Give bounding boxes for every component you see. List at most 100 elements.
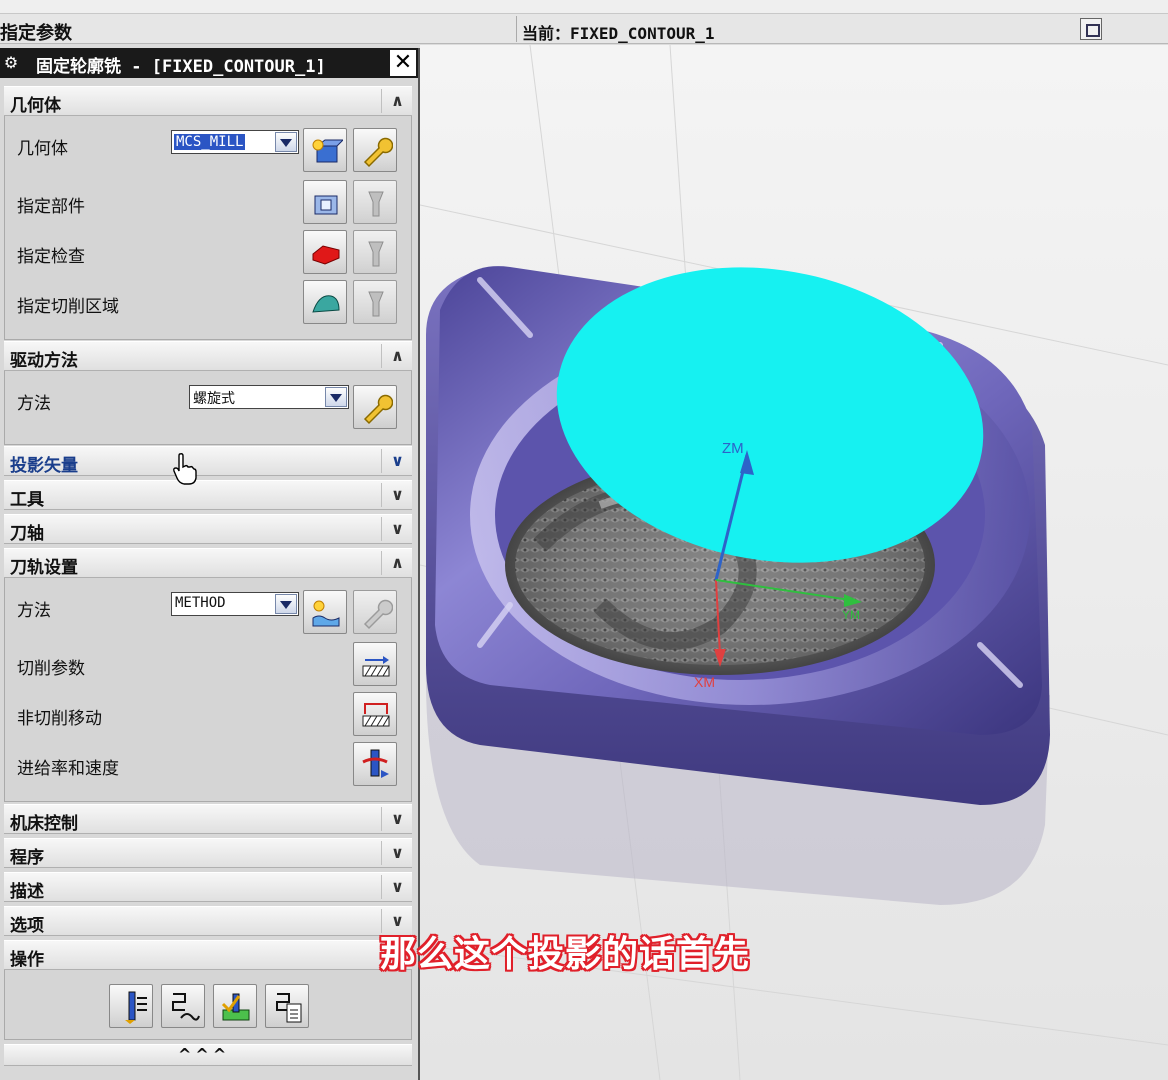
section-options-label: 选项 [10, 916, 44, 936]
gear-icon[interactable]: ⚙ [2, 54, 20, 72]
cutting-params-label: 切削参数 [17, 659, 85, 679]
non-cutting-moves-button[interactable] [353, 692, 397, 736]
wrench-icon [363, 137, 393, 168]
maximize-icon[interactable] [1080, 18, 1102, 40]
new-method-icon [312, 600, 340, 627]
path-method-select-value: METHOD [175, 595, 226, 611]
check-geometry-icon [312, 245, 340, 265]
verify-button[interactable] [213, 984, 257, 1028]
generate-icon [125, 991, 147, 1024]
close-icon[interactable]: ✕ [390, 50, 416, 76]
specify-cut-area-label: 指定切削区域 [17, 297, 119, 317]
current-operation-label: 当前：FIXED_CONTOUR_1 [522, 24, 715, 43]
collapse-all-label: ^^^ [178, 1045, 231, 1064]
section-actions-header[interactable]: 操作 ∧ [4, 940, 412, 970]
chevron-down-icon[interactable]: ∨ [391, 809, 404, 828]
non-cutting-moves-icon [362, 703, 390, 727]
chevron-down-icon[interactable]: ∨ [391, 519, 404, 538]
specify-check-label: 指定检查 [17, 247, 85, 267]
chevron-down-icon[interactable] [275, 594, 297, 614]
collapse-all-bar[interactable]: ^^^ [4, 1044, 412, 1066]
show-check-button[interactable] [353, 230, 397, 274]
feeds-speeds-button[interactable] [353, 742, 397, 786]
flashlight-icon [368, 291, 384, 317]
section-path-settings-body: 方法 METHOD 切削参数 非切削移动 进给率和速度 [4, 578, 412, 802]
path-method-select[interactable]: METHOD [171, 592, 299, 616]
chevron-down-icon[interactable] [275, 132, 297, 152]
list-button[interactable] [265, 984, 309, 1028]
chevron-down-icon[interactable]: ∨ [391, 843, 404, 862]
section-tool-header[interactable]: 工具 ∨ [4, 480, 412, 510]
chevron-up-icon[interactable]: ∧ [391, 91, 404, 110]
section-program-label: 程序 [10, 848, 44, 868]
section-actions-body [4, 970, 412, 1040]
new-geometry-button[interactable] [303, 128, 347, 172]
chevron-down-icon[interactable] [325, 387, 347, 407]
flashlight-icon [368, 191, 384, 217]
specify-part-label: 指定部件 [17, 197, 85, 217]
section-drive-method-body: 方法 螺旋式 [4, 371, 412, 445]
header-divider [381, 551, 382, 575]
section-geometry-header[interactable]: 几何体 ∧ [4, 86, 412, 116]
section-drive-method-header[interactable]: 驱动方法 ∧ [4, 341, 412, 371]
header-divider [381, 517, 382, 541]
chevron-up-icon[interactable]: ∧ [391, 553, 404, 572]
status-bar: 指定参数 当前：FIXED_CONTOUR_1 [0, 14, 1168, 44]
chevron-down-icon[interactable]: ∨ [391, 877, 404, 896]
wrench-icon [363, 599, 393, 630]
edit-geometry-button[interactable] [353, 128, 397, 172]
select-part-button[interactable] [303, 180, 347, 224]
drive-method-select-value: 螺旋式 [193, 391, 235, 407]
select-cut-area-button[interactable] [303, 280, 347, 324]
verify-icon [221, 993, 250, 1021]
header-divider [381, 449, 382, 473]
new-method-button[interactable] [303, 590, 347, 634]
chevron-up-icon[interactable]: ∧ [391, 346, 404, 365]
header-divider [381, 841, 382, 865]
section-geometry-label: 几何体 [10, 96, 61, 116]
header-divider [381, 483, 382, 507]
generate-button[interactable] [109, 984, 153, 1028]
section-machine-control-header[interactable]: 机床控制 ∨ [4, 804, 412, 834]
cutting-params-button[interactable] [353, 642, 397, 686]
replay-icon [172, 993, 200, 1021]
replay-button[interactable] [161, 984, 205, 1028]
status-separator [516, 16, 517, 42]
drive-method-label: 方法 [17, 394, 51, 414]
show-cut-area-button[interactable] [353, 280, 397, 324]
status-left-label: 指定参数 [0, 23, 72, 44]
path-method-label: 方法 [17, 601, 51, 621]
section-description-header[interactable]: 描述 ∨ [4, 872, 412, 902]
header-divider [381, 89, 382, 113]
geometry-select-value: MCS_MILL [174, 134, 246, 150]
edit-method-button[interactable] [353, 590, 397, 634]
section-geometry-body: 几何体 MCS_MILL 指定部件 指定检查 指定切削区域 [4, 116, 412, 340]
chevron-down-icon[interactable]: ∨ [391, 451, 404, 470]
section-projection-vector-header[interactable]: 投影矢量 ∨ [4, 446, 412, 476]
section-tool-axis-label: 刀轴 [10, 524, 44, 544]
section-path-settings-label: 刀轨设置 [10, 558, 78, 578]
section-program-header[interactable]: 程序 ∨ [4, 838, 412, 868]
dialog-titlebar: ⚙ 固定轮廓铣 - [FIXED_CONTOUR_1] ✕ [0, 48, 418, 78]
drive-method-select[interactable]: 螺旋式 [189, 385, 349, 409]
cut-area-icon [312, 295, 340, 313]
geometry-select[interactable]: MCS_MILL [171, 130, 299, 154]
section-path-settings-header[interactable]: 刀轨设置 ∧ [4, 548, 412, 578]
flashlight-icon [368, 241, 384, 267]
new-geometry-icon [312, 139, 343, 163]
header-divider [381, 807, 382, 831]
section-tool-axis-header[interactable]: 刀轴 ∨ [4, 514, 412, 544]
dialog-title: 固定轮廓铣 - [FIXED_CONTOUR_1] [36, 57, 326, 77]
hand-cursor-icon [173, 453, 197, 485]
header-divider [381, 875, 382, 899]
axis-z-label: ZM [722, 440, 744, 457]
edit-drive-method-button[interactable] [353, 385, 397, 429]
part-icon [314, 195, 338, 215]
show-part-button[interactable] [353, 180, 397, 224]
section-description-label: 描述 [10, 882, 44, 902]
select-check-button[interactable] [303, 230, 347, 274]
non-cutting-moves-label: 非切削移动 [17, 709, 102, 729]
section-options-header[interactable]: 选项 ∨ [4, 906, 412, 936]
section-machine-control-label: 机床控制 [10, 814, 78, 834]
chevron-down-icon[interactable]: ∨ [391, 485, 404, 504]
